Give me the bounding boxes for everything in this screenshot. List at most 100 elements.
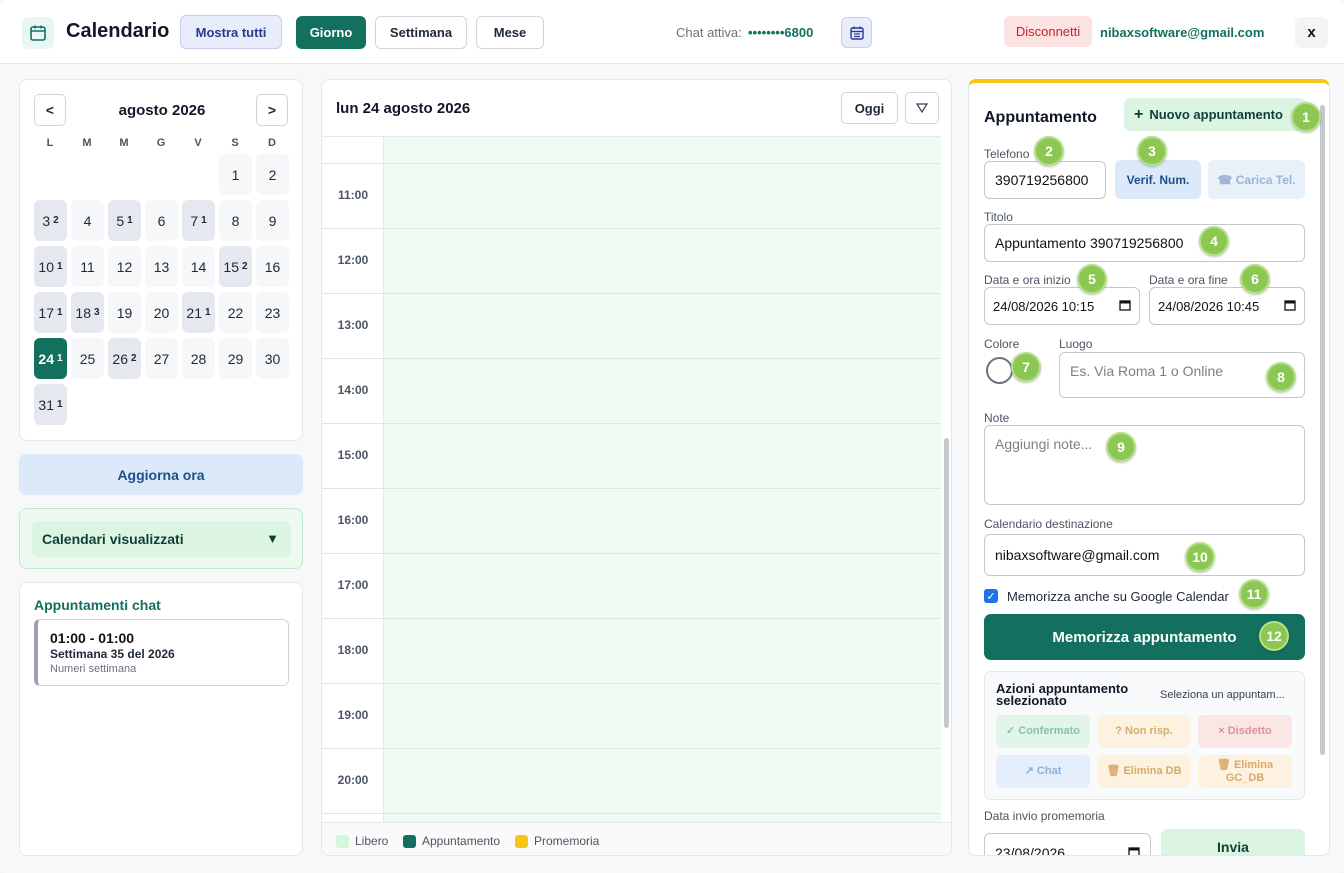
- legend-item-appointment: Appuntamento: [403, 834, 500, 848]
- hour-line: [322, 618, 941, 619]
- step-marker: 11: [1239, 579, 1269, 609]
- action-button[interactable]: ? Non risp.: [1097, 715, 1191, 748]
- event-count: 2: [131, 353, 137, 364]
- day-scrollbar[interactable]: [942, 136, 951, 822]
- day-cell[interactable]: 8: [219, 200, 252, 241]
- hour-label: 11:00: [337, 188, 369, 202]
- title-label: Titolo: [984, 210, 1013, 224]
- mini-calendar: < agosto 2026 > LMMGVSD 1 2 3 2 4 5 1 6 7 1 8 9 10 1 1…: [19, 79, 303, 441]
- day-cell[interactable]: 4: [71, 200, 104, 241]
- day-cell[interactable]: 22: [219, 292, 252, 333]
- day-cell[interactable]: 26 2: [108, 338, 141, 379]
- start-datetime-input[interactable]: 24/08/2026 10:15: [984, 287, 1140, 325]
- legend-label: Promemoria: [534, 834, 600, 848]
- action-button[interactable]: 🗑 Elimina DB: [1097, 755, 1191, 788]
- panel-scrollbar[interactable]: [1319, 95, 1327, 855]
- event-count: 1: [57, 307, 63, 318]
- day-cell[interactable]: 17 1: [34, 292, 67, 333]
- action-button[interactable]: ✓ Confermato: [996, 715, 1090, 748]
- show-all-button[interactable]: Mostra tutti: [180, 15, 282, 49]
- prev-month-button[interactable]: <: [34, 94, 66, 126]
- calendars-toggle-label: Calendari visualizzati: [42, 531, 184, 547]
- filter-icon[interactable]: [905, 92, 939, 124]
- event-count: 1: [57, 399, 63, 410]
- send-reminder-button[interactable]: Invia: [1161, 829, 1305, 855]
- day-cell[interactable]: 24 1: [34, 338, 67, 379]
- today-button[interactable]: Oggi: [841, 92, 898, 124]
- save-appointment-button[interactable]: Memorizza appuntamento: [984, 614, 1305, 660]
- day-cell[interactable]: 18 3: [71, 292, 104, 333]
- next-month-button[interactable]: >: [256, 94, 288, 126]
- disconnect-button[interactable]: Disconnetti: [1004, 16, 1092, 47]
- hour-label: 17:00: [337, 578, 369, 592]
- google-calendar-label: Memorizza anche su Google Calendar: [1007, 589, 1229, 604]
- notes-textarea[interactable]: Aggiungi note...: [984, 425, 1305, 505]
- day-cell[interactable]: 14: [182, 246, 215, 287]
- step-marker: 6: [1240, 264, 1270, 294]
- google-calendar-checkbox[interactable]: ✓: [984, 589, 998, 603]
- calendar-picker-icon[interactable]: [1284, 299, 1296, 314]
- title-input[interactable]: Appuntamento 390719256800: [984, 224, 1305, 262]
- day-number: 14: [190, 258, 207, 275]
- weekday-header: M: [119, 137, 129, 149]
- calendar-picker-icon[interactable]: [1128, 845, 1140, 855]
- day-cell[interactable]: 20: [145, 292, 178, 333]
- hour-line: [322, 293, 941, 294]
- day-cell[interactable]: 31 1: [34, 384, 67, 425]
- new-appointment-button[interactable]: + Nuovo appuntamento: [1124, 98, 1306, 131]
- actions-title: Azioni appuntamento selezionato: [996, 681, 1129, 708]
- destination-calendar-select[interactable]: nibaxsoftware@gmail.com: [984, 534, 1305, 576]
- load-phone-button[interactable]: ☎ Carica Tel.: [1208, 160, 1305, 199]
- day-cell[interactable]: 21 1: [182, 292, 215, 333]
- reminder-date-input[interactable]: 23/08/2026: [984, 833, 1151, 856]
- day-cell[interactable]: 2: [256, 154, 289, 195]
- verify-number-button[interactable]: Verif. Num.: [1115, 160, 1201, 199]
- close-button[interactable]: x: [1295, 17, 1328, 48]
- day-cell[interactable]: 27: [145, 338, 178, 379]
- calendars-toggle[interactable]: Calendari visualizzati ▼: [32, 521, 291, 557]
- day-cell[interactable]: 1: [219, 154, 252, 195]
- day-cell[interactable]: 19: [108, 292, 141, 333]
- day-cell[interactable]: 15 2: [219, 246, 252, 287]
- day-cell[interactable]: 29: [219, 338, 252, 379]
- hour-label: 12:00: [337, 253, 369, 267]
- day-cell[interactable]: 23: [256, 292, 289, 333]
- legend-swatch-free: [336, 834, 349, 848]
- day-cell[interactable]: 28: [182, 338, 215, 379]
- tab-week[interactable]: Settimana: [375, 16, 467, 49]
- color-picker[interactable]: [986, 357, 1013, 384]
- day-cell[interactable]: 30: [256, 338, 289, 379]
- action-button[interactable]: × Disdetto: [1198, 715, 1292, 748]
- day-cell[interactable]: 13: [145, 246, 178, 287]
- calendar-picker-icon[interactable]: [1119, 299, 1131, 314]
- day-grid[interactable]: 11:00 12:00 13:00 14:00 15:00 16:00 17:00 18:00…: [322, 136, 941, 822]
- free-slot-area[interactable]: [384, 137, 941, 822]
- action-button[interactable]: 🗑 Elimina GC_DB: [1198, 755, 1292, 788]
- day-cell[interactable]: 16: [256, 246, 289, 287]
- chat-calendar-icon[interactable]: [841, 17, 872, 48]
- reminder-date-value: 23/08/2026: [995, 845, 1066, 856]
- day-cell[interactable]: 25: [71, 338, 104, 379]
- color-label: Colore: [984, 337, 1020, 351]
- phone-input[interactable]: 390719256800: [984, 161, 1106, 199]
- day-cell[interactable]: 9: [256, 200, 289, 241]
- day-cell[interactable]: 12: [108, 246, 141, 287]
- day-scrollbar-thumb[interactable]: [944, 438, 949, 728]
- end-datetime-input[interactable]: 24/08/2026 10:45: [1149, 287, 1305, 325]
- weekday-header: M: [82, 137, 92, 149]
- step-marker: 4: [1199, 226, 1229, 256]
- tab-month[interactable]: Mese: [476, 16, 544, 49]
- hour-label: 13:00: [337, 318, 369, 332]
- day-cell[interactable]: 11: [71, 246, 104, 287]
- tab-day[interactable]: Giorno: [296, 16, 366, 49]
- day-cell[interactable]: 6: [145, 200, 178, 241]
- day-cell[interactable]: 71: [182, 200, 215, 241]
- day-cell[interactable]: 51: [108, 200, 141, 241]
- refresh-button[interactable]: Aggiorna ora: [19, 454, 303, 495]
- day-cell[interactable]: 32: [34, 200, 67, 241]
- action-button[interactable]: ↗ Chat: [996, 755, 1090, 788]
- panel-scrollbar-thumb[interactable]: [1320, 105, 1325, 755]
- chat-appointment-item[interactable]: 01:00 - 01:00 Settimana 35 del 2026 Nume…: [34, 619, 289, 686]
- appointment-panel: Appuntamento + Nuovo appuntamento Telefo…: [968, 79, 1330, 856]
- day-cell[interactable]: 10 1: [34, 246, 67, 287]
